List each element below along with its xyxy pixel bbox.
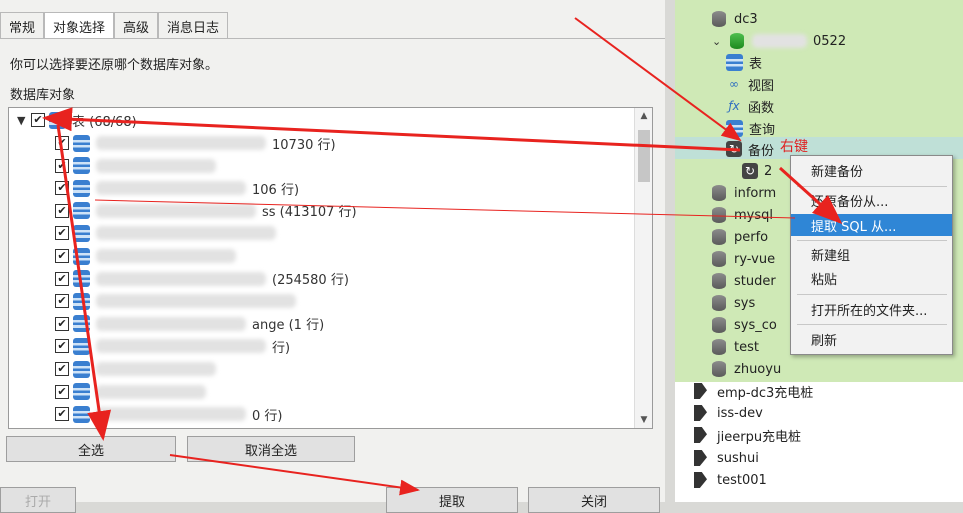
arrow-thin-link bbox=[94, 199, 796, 219]
arrow-to-extract-sql bbox=[778, 166, 843, 225]
annotation-arrows bbox=[42, 17, 843, 496]
arrow-to-root-checkbox bbox=[42, 107, 741, 152]
arrow-to-backup bbox=[574, 17, 742, 142]
arrow-to-select-all bbox=[56, 124, 112, 441]
arrow-to-extract bbox=[169, 454, 420, 496]
